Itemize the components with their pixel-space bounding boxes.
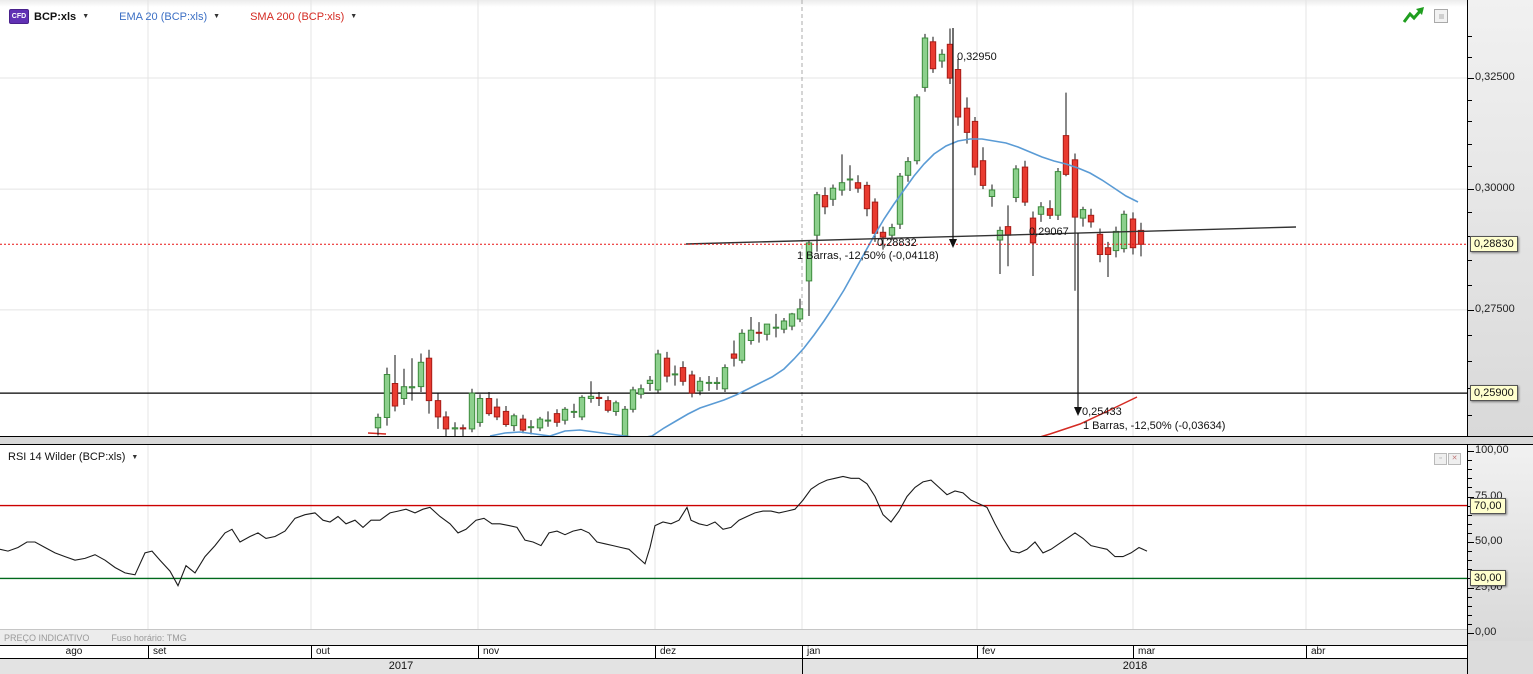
axis-tick (1468, 533, 1472, 534)
axis-tick (1468, 515, 1472, 516)
chart-header: CFD BCP:xls ▼ EMA 20 (BCP:xls) ▼ SMA 200… (6, 8, 360, 25)
axis-tick (1468, 615, 1472, 616)
realtime-arrow-icon[interactable] (1402, 6, 1426, 26)
month-cell: ago (65, 646, 83, 657)
axis-tick (1468, 212, 1472, 213)
ema20-indicator-selector[interactable]: EMA 20 (BCP:xls) ▼ (116, 10, 223, 24)
instrument-label: BCP:xls (34, 10, 77, 23)
sma200-label: SMA 200 (BCP:xls) (250, 10, 345, 23)
axis-tick (1468, 310, 1474, 311)
month-cell: fev (977, 646, 1133, 658)
panel-separator[interactable] (0, 436, 1533, 445)
chevron-down-icon: ▼ (82, 13, 90, 20)
axis-label: 0,32500 (1475, 71, 1515, 83)
axis-label: 0,27500 (1475, 302, 1515, 315)
cfd-badge-icon: CFD (9, 9, 29, 24)
rsi-axis[interactable]: 100,00 75,00 50,00 25,00 0,00 70,00 30,00 (1467, 444, 1533, 641)
measure-from-price: 0,29067 (1029, 226, 1069, 238)
ema20-label: EMA 20 (BCP:xls) (119, 10, 208, 23)
axis-tick (1468, 633, 1474, 634)
axis-tick (1468, 121, 1472, 122)
axis-tick (1468, 597, 1472, 598)
axis-tick (1468, 36, 1472, 37)
axis-tick (1468, 285, 1472, 286)
axis-tick (1468, 478, 1472, 479)
axis-label: 0,30000 (1475, 182, 1515, 195)
month-cell: jan (802, 646, 977, 658)
axis-corner (1467, 641, 1533, 674)
sma200-indicator-selector[interactable]: SMA 200 (BCP:xls) ▼ (247, 10, 360, 24)
close-panel-icon[interactable]: ✕ (1448, 453, 1461, 465)
axis-tick (1468, 542, 1474, 543)
axis-tick (1468, 624, 1472, 625)
month-cell: out (311, 646, 478, 658)
indicative-price-notice: PREÇO INDICATIVO (4, 632, 90, 643)
rsi-panel[interactable]: RSI 14 Wilder (BCP:xls) ▼ ▫ ✕ (0, 445, 1467, 641)
axis-tick (1468, 524, 1472, 525)
measure-from-price: 0,32950 (957, 51, 997, 63)
detach-window-icon[interactable] (1434, 9, 1448, 23)
month-cell: abr (1306, 646, 1467, 658)
axis-tick (1468, 166, 1472, 167)
month-cell: nov (478, 646, 655, 658)
time-axis-months[interactable]: ago set out nov dez jan fev mar abr (0, 645, 1467, 659)
axis-tick (1468, 460, 1472, 461)
axis-tick (1468, 189, 1474, 190)
price-chart-canvas[interactable] (0, 0, 1467, 445)
year-cell: 2018 (802, 659, 1467, 674)
measure-result-text: 1 Barras, -12,50% (-0,04118) (797, 250, 939, 262)
measure-result-text: 1 Barras, -12,50% (-0,03634) (1083, 420, 1226, 432)
axis-tick (1468, 335, 1472, 336)
time-axis-years[interactable]: 2017 2018 (0, 659, 1467, 674)
price-flag-label: 0,25900 (1470, 385, 1518, 402)
axis-tick (1468, 560, 1472, 561)
axis-tick (1468, 144, 1472, 145)
year-cell: 2017 (388, 660, 414, 672)
measure-to-price: 0,28832 (877, 237, 917, 249)
price-flag-label: 70,00 (1470, 497, 1506, 514)
rsi-chart-canvas[interactable] (0, 445, 1467, 641)
footer-strip: PREÇO INDICATIVO Fuso horário: TMG (0, 629, 1467, 645)
restore-panel-icon[interactable]: ▫ (1434, 453, 1447, 465)
axis-tick (1468, 57, 1472, 58)
axis-tick (1468, 588, 1474, 589)
axis-label: 0,00 (1475, 626, 1497, 638)
price-chart-panel[interactable]: 0,32950 0,28832 1 Barras, -12,50% (-0,0411… (0, 0, 1467, 445)
price-flag-label: 30,00 (1470, 570, 1506, 587)
axis-tick (1468, 361, 1472, 362)
axis-label: 50,00 (1475, 535, 1503, 547)
axis-tick (1468, 469, 1472, 470)
axis-tick (1468, 78, 1474, 79)
instrument-selector[interactable]: CFD BCP:xls ▼ (6, 8, 92, 25)
timezone-label: Fuso horário: TMG (111, 632, 187, 643)
axis-tick (1468, 487, 1472, 488)
axis-tick (1468, 100, 1472, 101)
trading-platform-window: 0,32950 0,28832 1 Barras, -12,50% (-0,0411… (0, 0, 1533, 674)
axis-label: 100,00 (1475, 444, 1509, 456)
axis-tick (1468, 451, 1474, 452)
axis-tick (1468, 415, 1472, 416)
chevron-down-icon: ▼ (213, 13, 221, 20)
chevron-down-icon: ▼ (350, 13, 358, 20)
month-cell: dez (655, 646, 802, 658)
price-axis[interactable]: 0,32500 0,30000 0,27500 0,28830 0,25900 (1467, 0, 1533, 443)
axis-tick (1468, 260, 1472, 261)
chevron-down-icon: ▼ (131, 453, 139, 461)
rsi-indicator-selector[interactable]: RSI 14 Wilder (BCP:xls) ▼ (8, 451, 139, 463)
axis-tick (1468, 606, 1472, 607)
month-cell: set (148, 646, 311, 658)
price-flag-label: 0,28830 (1470, 236, 1518, 253)
axis-tick (1468, 551, 1472, 552)
chart-toolbar (1402, 6, 1448, 26)
measure-to-price: 0,25433 (1082, 406, 1122, 418)
month-cell: mar (1133, 646, 1306, 658)
rsi-label: RSI 14 Wilder (BCP:xls) (8, 451, 126, 463)
